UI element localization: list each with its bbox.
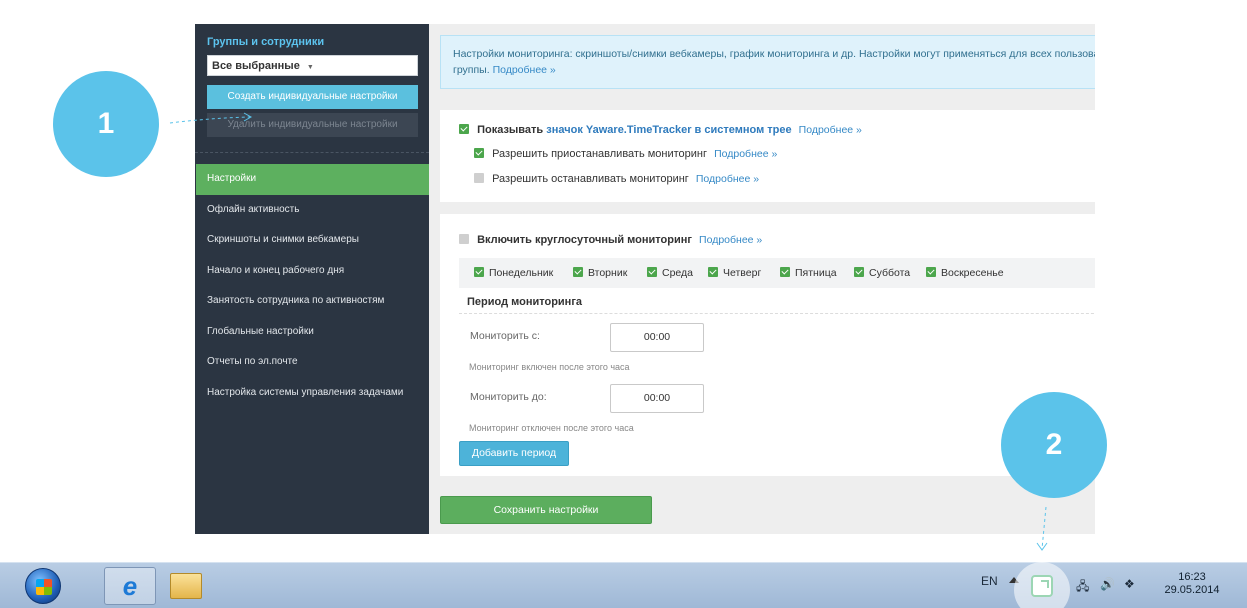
- file-explorer-icon[interactable]: [170, 573, 202, 599]
- allow-stop-row: Разрешить останавливать мониторинг Подро…: [474, 173, 759, 185]
- round-clock-label: Включить круглосуточный мониторинг: [477, 234, 692, 246]
- sidebar-item-screenshots[interactable]: Скриншоты и снимки вебкамеры: [196, 225, 429, 256]
- callout-1-pointer: [169, 112, 253, 124]
- monitor-from-input[interactable]: 00:00: [610, 323, 704, 352]
- info-banner: Настройки мониторинга: скриншоты/снимки …: [440, 35, 1095, 89]
- day-saturday[interactable]: Суббота: [854, 267, 910, 279]
- internet-explorer-icon[interactable]: e: [104, 567, 156, 605]
- round-clock-checkbox[interactable]: [459, 234, 469, 244]
- add-period-button[interactable]: Добавить период: [459, 441, 569, 466]
- group-select-value: Все выбранные: [212, 60, 300, 72]
- volume-icon[interactable]: 🔊: [1100, 577, 1115, 591]
- allow-stop-checkbox[interactable]: [474, 173, 484, 183]
- main-content: Настройки мониторинга: скриншоты/снимки …: [429, 24, 1095, 534]
- clock-date: 29.05.2014: [1164, 584, 1220, 596]
- start-button[interactable]: [25, 568, 61, 604]
- allow-pause-row: Разрешить приостанавливать мониторинг По…: [474, 148, 777, 160]
- sidebar-nav: Настройки Офлайн активность Скриншоты и …: [196, 164, 429, 408]
- clock-time: 16:23: [1178, 571, 1206, 583]
- clock[interactable]: 16:23 29.05.2014: [1160, 571, 1224, 597]
- period-title: Период мониторинга: [467, 296, 583, 308]
- round-clock-row: Включить круглосуточный мониторинг Подро…: [459, 234, 762, 246]
- monitor-to-label: Мониторить до:: [470, 391, 547, 403]
- language-indicator[interactable]: EN: [981, 574, 998, 588]
- checkbox-icon: [780, 267, 790, 277]
- checkbox-icon: [573, 267, 583, 277]
- sidebar-item-global-settings[interactable]: Глобальные настройки: [196, 317, 429, 348]
- network-icon[interactable]: 🖧: [1076, 577, 1089, 598]
- sidebar-item-offline-activity[interactable]: Офлайн активность: [196, 195, 429, 226]
- day-thursday[interactable]: Четверг: [708, 267, 761, 279]
- day-sunday[interactable]: Воскресенье: [926, 267, 1004, 279]
- checkbox-icon: [708, 267, 718, 277]
- tray-settings-card: Показывать значок Yaware.TimeTracker в с…: [440, 110, 1095, 202]
- checkbox-icon: [647, 267, 657, 277]
- create-individual-settings-button[interactable]: Создать индивидуальные настройки: [207, 85, 418, 109]
- checkbox-icon: [854, 267, 864, 277]
- allow-pause-more-link[interactable]: Подробнее »: [714, 148, 777, 160]
- day-monday[interactable]: Понедельник: [474, 267, 553, 279]
- day-tuesday[interactable]: Вторник: [573, 267, 627, 279]
- windows-logo-icon: [36, 579, 52, 595]
- checkbox-icon: [474, 267, 484, 277]
- round-clock-more-link[interactable]: Подробнее »: [699, 234, 762, 246]
- show-tray-accent: значок Yaware.TimeTracker в системном тр…: [546, 124, 792, 136]
- screenshot: Группы и сотрудники Все выбранные ▼ Созд…: [0, 0, 1247, 608]
- allow-pause-checkbox[interactable]: [474, 148, 484, 158]
- checkbox-icon: [926, 267, 936, 277]
- callout-1: 1: [53, 71, 159, 177]
- save-settings-button[interactable]: Сохранить настройки: [440, 496, 652, 524]
- show-tray-icon-checkbox[interactable]: [459, 124, 469, 134]
- callout-2-pointer: [1036, 506, 1048, 551]
- monitor-from-hint: Мониторинг включен после этого часа: [469, 362, 630, 372]
- callout-2: 2: [1001, 392, 1107, 498]
- day-friday[interactable]: Пятница: [780, 267, 837, 279]
- caret-down-icon: ▼: [306, 64, 314, 71]
- allow-stop-label: Разрешить останавливать мониторинг: [492, 173, 689, 185]
- show-tray-icon-row: Показывать значок Yaware.TimeTracker в с…: [459, 124, 862, 136]
- sidebar: Группы и сотрудники Все выбранные ▼ Созд…: [195, 24, 429, 534]
- sidebar-item-settings[interactable]: Настройки: [196, 164, 429, 195]
- monitoring-card: Включить круглосуточный мониторинг Подро…: [440, 214, 1095, 476]
- sidebar-item-email-reports[interactable]: Отчеты по эл.почте: [196, 347, 429, 378]
- monitor-to-hint: Мониторинг отключен после этого часа: [469, 423, 634, 433]
- sidebar-item-task-system[interactable]: Настройка системы управления задачами: [196, 378, 429, 409]
- sidebar-item-activity-occupancy[interactable]: Занятость сотрудника по активностям: [196, 286, 429, 317]
- allow-stop-more-link[interactable]: Подробнее »: [696, 173, 759, 185]
- allow-pause-label: Разрешить приостанавливать мониторинг: [492, 148, 708, 160]
- show-tray-more-link[interactable]: Подробнее »: [799, 124, 862, 136]
- info-more-link[interactable]: Подробнее »: [493, 64, 556, 76]
- period-divider: [459, 313, 1095, 314]
- monitor-from-label: Мониторить с:: [470, 330, 540, 342]
- show-tray-prefix: Показывать: [477, 124, 544, 136]
- dropbox-icon[interactable]: ❖: [1124, 577, 1135, 591]
- sidebar-divider: [195, 152, 429, 153]
- monitor-to-input[interactable]: 00:00: [610, 384, 704, 413]
- day-wednesday[interactable]: Среда: [647, 267, 693, 279]
- group-select[interactable]: Все выбранные ▼: [207, 55, 418, 76]
- groups-title: Группы и сотрудники: [207, 36, 325, 48]
- sidebar-item-workday[interactable]: Начало и конец рабочего дня: [196, 256, 429, 287]
- weekdays-bar: Понедельник Вторник Среда Четверг Пятниц…: [459, 258, 1095, 288]
